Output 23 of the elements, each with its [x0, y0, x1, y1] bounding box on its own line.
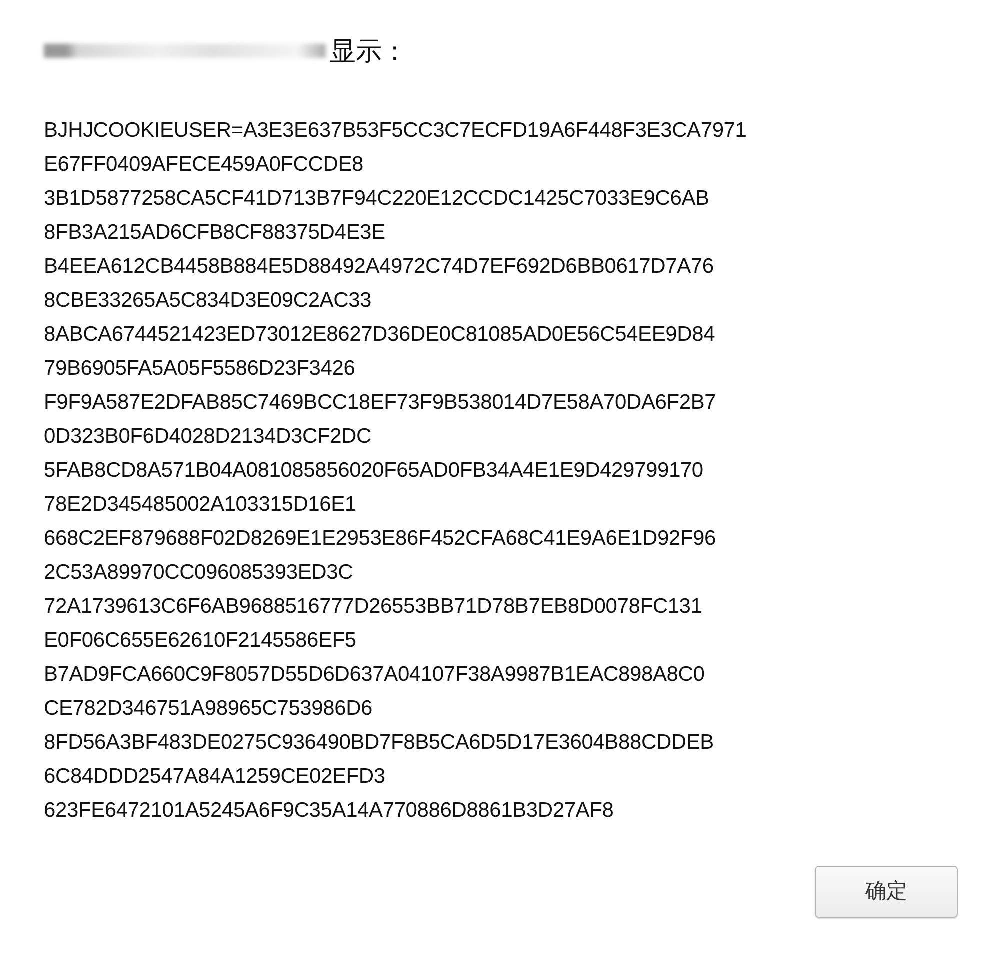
- message-line: 72A1739613C6F6AB9688516777D26553BB71D78B7EB8D0078FC131: [44, 594, 702, 620]
- message-line: 79B6905FA5A05F5586D23F3426: [44, 356, 356, 382]
- message-line: B7AD9FCA660C9F8057D55D6D637A04107F38A9987B1EAC898A8C0: [44, 662, 705, 688]
- message-line: E0F06C655E62610F2145586EF5: [44, 628, 356, 654]
- message-line: 78E2D345485002A103315D16E1: [44, 492, 356, 518]
- message-line: CE782D346751A98965C753986D6: [44, 696, 373, 722]
- message-line: 8FD56A3BF483DE0275C936490BD7F8B5CA6D5D17E3604B88CDDEB: [44, 730, 714, 756]
- message-line: BJHJCOOKIEUSER=A3E3E637B53F5CC3C7ECFD19A6F448F3E3CA7971: [44, 118, 747, 144]
- message-line: 8FB3A215AD6CFB8CF88375D4E3E: [44, 220, 386, 246]
- message-line: E67FF0409AFECE459A0FCCDE8: [44, 152, 364, 178]
- message-line: 5FAB8CD8A571B04A081085856020F65AD0FB34A4E1E9D429799170: [44, 458, 704, 484]
- dialog-title: 显示：: [330, 34, 408, 68]
- message-line: F9F9A587E2DFAB85C7469BCC18EF73F9B538014D7E58A70DA6F2B7: [44, 390, 716, 416]
- message-line: 3B1D5877258CA5CF41D713B7F94C220E12CCDC1425C7033E9C6AB: [44, 186, 710, 212]
- message-line: 2C53A89970CC096085393ED3C: [44, 560, 354, 586]
- message-line: 0D323B0F6D4028D2134D3CF2DC: [44, 424, 372, 450]
- message-line: 668C2EF879688F02D8269E1E2953E86F452CFA68C41E9A6E1D92F96: [44, 526, 716, 552]
- message-line: 8CBE33265A5C834D3E09C2AC33: [44, 288, 372, 314]
- message-line: 623FE6472101A5245A6F9C35A14A770886D8861B3D27AF8: [44, 798, 614, 824]
- message-line: 8ABCA6744521423ED73012E8627D36DE0C81085AD0E56C54EE9D84: [44, 322, 716, 348]
- ok-button[interactable]: 确定: [815, 866, 958, 918]
- message-line: B4EEA612CB4458B884E5D88492A4972C74D7EF692D6BB0617D7A76: [44, 254, 714, 280]
- message-line: 6C84DDD2547A84A1259CE02EFD3: [44, 764, 386, 790]
